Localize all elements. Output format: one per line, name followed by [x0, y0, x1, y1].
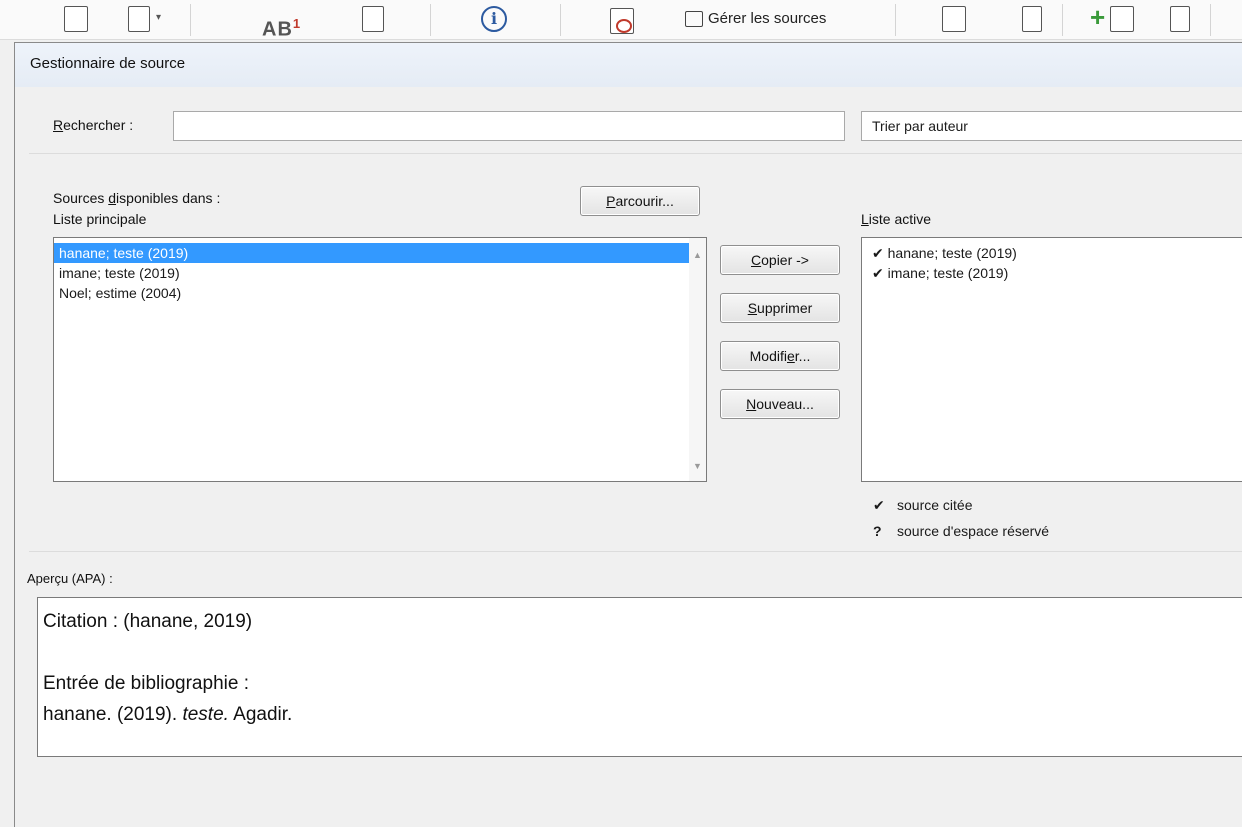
insert-table-icon[interactable] [64, 6, 88, 32]
available-label-accesskey: d [108, 190, 117, 206]
new-button[interactable]: Nouveau... [720, 389, 840, 419]
ribbon-separator [895, 4, 896, 36]
preview-pane: Citation : (hanane, 2019) Entrée de bibl… [37, 597, 1242, 757]
mark-entry-icon[interactable] [1110, 6, 1134, 32]
insert-index-icon[interactable] [1170, 6, 1190, 32]
edit-label-rest: r... [794, 348, 811, 364]
edit-accesskey: e [787, 348, 795, 364]
preview-citation: Citation : (hanane, 2019) [43, 611, 253, 632]
manage-sources-button[interactable]: Gérer les sources [685, 10, 826, 27]
info-icon[interactable]: i [481, 6, 507, 32]
scroll-down-icon[interactable]: ▼ [693, 461, 702, 471]
active-list-label: Liste active [861, 211, 931, 227]
delete-accesskey: S [747, 300, 758, 316]
next-footnote-icon[interactable] [362, 6, 384, 32]
list-item[interactable]: ✔ imane; teste (2019) [862, 263, 1242, 283]
manage-sources-label: Gérer les sources [708, 10, 827, 27]
available-label-part: Sources [53, 190, 109, 206]
footnote-label: AB [262, 18, 293, 41]
question-mark-icon: ? [873, 523, 882, 539]
legend-cited: ✔ source citée [873, 497, 972, 514]
active-label-accesskey: L [861, 211, 869, 227]
list-item-label: hanane; teste (2019) [59, 245, 189, 261]
search-label-text: echercher : [63, 117, 134, 133]
list-item[interactable]: ✔ hanane; teste (2019) [862, 243, 1242, 263]
insert-citation-icon[interactable] [610, 8, 634, 34]
search-label: Rechercher : [53, 117, 133, 133]
edit-label: Modifi [749, 348, 787, 364]
dialog-titlebar[interactable]: Gestionnaire de source [15, 43, 1242, 87]
new-accesskey: N [746, 396, 757, 412]
preview-bib-entry: hanane. (2019). teste. Agadir. [43, 699, 1242, 730]
delete-button[interactable]: Supprimer [720, 293, 840, 323]
ribbon-separator [1210, 4, 1211, 36]
footnote-superscript: 1 [292, 16, 302, 31]
sort-dropdown[interactable]: Trier par auteur [861, 111, 1242, 141]
active-source-list[interactable]: ✔ hanane; teste (2019) ✔ imane; teste (2… [861, 237, 1242, 482]
new-label: ouveau... [756, 396, 814, 412]
insert-footnote-button[interactable]: AB1 [262, 16, 301, 42]
list-item-label: imane; teste (2019) [59, 265, 180, 281]
vertical-scrollbar[interactable]: ▲ ▼ [689, 238, 706, 481]
list-item-label: imane; teste (2019) [887, 265, 1009, 281]
copy-button[interactable]: Copier -> [720, 245, 840, 275]
bib-place: Agadir. [228, 704, 293, 725]
bib-author: hanane. (2019). [43, 704, 183, 725]
copy-label: opier -> [761, 252, 809, 268]
dropdown-arrow-icon[interactable]: ▾ [156, 12, 161, 23]
ribbon-separator [190, 4, 191, 36]
manage-sources-icon [685, 10, 703, 27]
master-source-list[interactable]: hanane; teste (2019) imane; teste (2019)… [53, 237, 707, 482]
source-manager-dialog: Gestionnaire de source Rechercher : Trie… [14, 42, 1242, 827]
list-item[interactable]: imane; teste (2019) [54, 263, 706, 283]
list-item-label: Noel; estime (2004) [59, 285, 182, 301]
legend-cited-label: source citée [897, 497, 973, 513]
insert-document-icon[interactable] [128, 6, 150, 32]
mark-entry-plus-icon[interactable]: + [1090, 4, 1105, 30]
list-item[interactable]: hanane; teste (2019) [54, 243, 689, 263]
preview-spacer [43, 637, 1242, 668]
divider [29, 153, 1242, 154]
available-sources-label: Sources disponibles dans : [53, 190, 220, 206]
ribbon-toolbar: ▾ AB1 i Gérer les sources + [0, 0, 1242, 42]
cited-check-icon: ✔ [872, 265, 884, 281]
ribbon-separator [430, 4, 431, 36]
dialog-title: Gestionnaire de source [30, 55, 186, 72]
active-label-text: iste active [868, 211, 932, 227]
cited-check-icon: ✔ [872, 245, 884, 261]
list-item-label: hanane; teste (2019) [887, 245, 1017, 261]
preview-label: Aperçu (APA) : [27, 571, 113, 586]
master-list-label: Liste principale [53, 211, 147, 227]
check-icon: ✔ [873, 497, 885, 513]
list-item[interactable]: Noel; estime (2004) [54, 283, 706, 303]
available-label-part: isponibles dans : [116, 190, 221, 206]
search-input[interactable] [173, 111, 845, 141]
edit-button[interactable]: Modifier... [720, 341, 840, 371]
divider [29, 551, 1242, 552]
bib-title: teste. [182, 704, 229, 725]
table-of-figures-icon[interactable] [1022, 6, 1042, 32]
scroll-up-icon[interactable]: ▲ [693, 250, 702, 260]
delete-label: upprimer [757, 300, 813, 316]
legend-placeholder-label: source d'espace réservé [897, 523, 1050, 539]
browse-label: arcourir... [615, 193, 674, 209]
browse-button[interactable]: Parcourir... [580, 186, 700, 216]
sort-selected-value: Trier par auteur [872, 118, 968, 134]
copy-accesskey: C [751, 252, 762, 268]
search-label-accesskey: R [53, 117, 64, 133]
legend-placeholder: ? source d'espace réservé [873, 523, 1049, 539]
insert-caption-icon[interactable] [942, 6, 966, 32]
ribbon-separator [560, 4, 561, 36]
ribbon-separator [1062, 4, 1063, 36]
preview-bib-heading: Entrée de bibliographie : [43, 673, 249, 694]
